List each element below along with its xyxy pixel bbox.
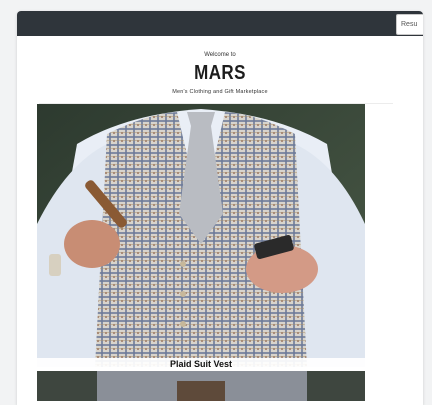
product-image-next[interactable] (37, 371, 365, 401)
product-title-label[interactable]: Plaid Suit Vest (37, 358, 365, 370)
brand-logo[interactable]: MARS (47, 62, 392, 85)
site-header: Welcome to MARS Men's Clothing and Gift … (17, 36, 423, 106)
search-input[interactable]: Resu (396, 14, 423, 35)
top-nav-bar: Resu (17, 11, 423, 36)
product-image-plaid-vest[interactable] (37, 104, 365, 367)
welcome-text: Welcome to (204, 52, 236, 58)
site-tagline: Men's Clothing and Gift Marketplace (172, 89, 268, 95)
